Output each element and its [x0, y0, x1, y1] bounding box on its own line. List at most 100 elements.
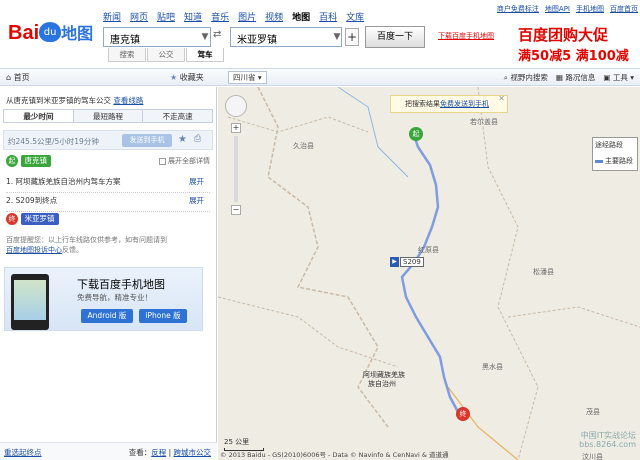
- scale-label: 25 公里: [224, 438, 250, 446]
- tool-view-search[interactable]: ⌕ 视野内搜索: [504, 72, 548, 83]
- link-mobile-map[interactable]: 手机地图: [576, 4, 604, 14]
- nav-tieba[interactable]: 贴吧: [157, 10, 175, 23]
- region-label: 四川省: [233, 73, 256, 82]
- chevron-down-icon[interactable]: ▼: [198, 28, 212, 46]
- home-link[interactable]: ⌂ 首页: [6, 72, 30, 83]
- expand-link[interactable]: 展开: [189, 194, 204, 208]
- county-boundary: [227, 116, 369, 133]
- intercity-bus-link[interactable]: 跨城市公交: [174, 448, 212, 457]
- link-merchant[interactable]: 商户免费标注: [497, 4, 539, 14]
- print-icon[interactable]: ⎙: [194, 134, 201, 144]
- map-drawing: [218, 87, 640, 460]
- link-api[interactable]: 地图API: [545, 4, 570, 14]
- iphone-download-button[interactable]: iPhone 版: [139, 309, 187, 323]
- tool-view-search-label: 视野内搜索: [510, 73, 548, 82]
- tool-traffic[interactable]: ▦ 路况信息: [556, 72, 595, 83]
- tool-traffic-label: 路况信息: [565, 73, 596, 82]
- tab-no-highway[interactable]: 不走高速: [143, 110, 213, 122]
- complaint-link[interactable]: 百度地图投诉中心: [6, 246, 62, 254]
- tab-bus[interactable]: 公交: [147, 48, 185, 62]
- map-canvas[interactable]: + − 把搜索结果免费发送到手机 ✕ 途经路段 主要路段 起 终 ▶ S209 …: [218, 87, 640, 460]
- start-name[interactable]: 唐克镇: [20, 155, 52, 167]
- nav-zhidao[interactable]: 知道: [184, 10, 202, 23]
- baidu-logo[interactable]: Bai du 地图: [8, 20, 98, 50]
- route-step[interactable]: 2. S209到终点 展开: [6, 194, 210, 212]
- nav-news[interactable]: 新闻: [103, 10, 121, 23]
- map-label: 汶川县: [582, 453, 603, 460]
- end-marker-icon: 终: [6, 213, 18, 225]
- zoom-out-button[interactable]: −: [231, 205, 241, 215]
- swap-icon[interactable]: ⇄: [213, 29, 221, 40]
- route-option-tabs: 最少时间 最短路程 不走高速: [3, 109, 213, 123]
- toolbar: ⌂ 首页 ★ 收藏夹 四川省 ▾ ⌕ 视野内搜索 ▦ 路况信息 ▣ 工具 ▾: [0, 68, 640, 86]
- legend-line-icon: [595, 159, 603, 163]
- notice-text: 把搜索结果: [405, 100, 440, 108]
- nav-wenku[interactable]: 文库: [346, 10, 364, 23]
- search-button[interactable]: 百度一下: [365, 26, 425, 48]
- send-to-phone-button[interactable]: 发送到手机: [122, 134, 172, 147]
- app-download-banner[interactable]: 下载百度手机地图 免费导航，精准专业！ Android 版 iPhone 版: [4, 267, 203, 331]
- header: Bai du 地图 新闻 网页 贴吧 知道 音乐 图片 视频 地图 百科 文库 商户…: [0, 0, 640, 66]
- favorites-link[interactable]: ★ 收藏夹: [170, 72, 204, 83]
- ad-banner[interactable]: 百度团购大促 满50减5 满100减: [518, 24, 640, 66]
- tip-suffix: 反馈。: [62, 246, 83, 254]
- route-legend: 途经路段 主要路段: [592, 137, 638, 171]
- favorites-label: 收藏夹: [179, 73, 204, 82]
- nav-music[interactable]: 音乐: [211, 10, 229, 23]
- toolbox-icon: ▣: [603, 73, 611, 82]
- checkbox-icon: [159, 157, 166, 165]
- watermark: 中国IT实战论坛 bbs.8264.com: [579, 431, 636, 449]
- zoom-in-button[interactable]: +: [231, 123, 241, 133]
- map-tools: ⌕ 视野内搜索 ▦ 路况信息 ▣ 工具 ▾: [504, 72, 634, 83]
- nav-web[interactable]: 网页: [130, 10, 148, 23]
- tab-shortest[interactable]: 最短路程: [73, 110, 144, 122]
- return-route-link[interactable]: 反程: [151, 448, 166, 457]
- map-label: 松潘县: [533, 268, 554, 276]
- tool-tools[interactable]: ▣ 工具 ▾: [603, 72, 634, 83]
- route-title-text: 从唐克镇到米亚罗镇的驾车公交: [6, 96, 111, 105]
- road: [447, 386, 519, 460]
- county-boundary: [507, 306, 640, 328]
- nav-video[interactable]: 视频: [265, 10, 283, 23]
- tab-search[interactable]: 搜索: [108, 48, 146, 62]
- send-notice: 把搜索结果免费发送到手机 ✕: [390, 94, 508, 113]
- ad-line2: 满50减5 满100减: [518, 49, 629, 64]
- reset-endpoints-link[interactable]: 重选起终点: [4, 447, 42, 458]
- map-label: 族自治州: [368, 380, 396, 388]
- watermark-line2: bbs.8264.com: [579, 440, 636, 449]
- tab-drive[interactable]: 驾车: [186, 48, 224, 62]
- nav-images[interactable]: 图片: [238, 10, 256, 23]
- download-app-link[interactable]: 下载百度手机地图: [438, 31, 494, 41]
- from-input[interactable]: 唐克镇: [103, 27, 211, 47]
- nav-baike[interactable]: 百科: [319, 10, 337, 23]
- start-pin[interactable]: 起: [409, 127, 423, 141]
- to-input[interactable]: 米亚罗镇: [230, 27, 342, 47]
- tab-least-time[interactable]: 最少时间: [4, 110, 74, 122]
- end-pin[interactable]: 终: [456, 407, 470, 421]
- region-select[interactable]: 四川省 ▾: [228, 71, 267, 84]
- map-label: 黑水县: [482, 363, 503, 371]
- expand-all-checkbox[interactable]: 展开全部详情: [159, 156, 210, 166]
- send-free-link[interactable]: 免费发送到手机: [440, 100, 489, 108]
- route-step[interactable]: 1. 阿坝藏族羌族自治州内驾车方案 展开: [6, 175, 210, 193]
- zoom-slider[interactable]: [234, 136, 238, 202]
- android-download-button[interactable]: Android 版: [81, 309, 133, 323]
- add-waypoint-button[interactable]: +: [345, 28, 359, 46]
- link-baidu-home[interactable]: 百度首页: [610, 4, 638, 14]
- star-icon[interactable]: ★: [178, 134, 187, 145]
- close-icon[interactable]: ✕: [498, 91, 505, 107]
- pan-control[interactable]: [225, 95, 247, 117]
- view-route-link[interactable]: 查看线路: [113, 96, 143, 105]
- end-row: 终 米亚罗镇: [6, 213, 59, 225]
- logo-text: Bai: [8, 22, 40, 44]
- legend-title: 途经路段: [595, 141, 623, 149]
- home-label: 首页: [13, 73, 30, 82]
- chevron-down-icon[interactable]: ▼: [330, 28, 344, 46]
- route-step-text: 2. S209到终点: [6, 196, 58, 205]
- route-summary: 约245.5公里/5小时19分钟 发送到手机 ★ ⎙: [3, 130, 213, 150]
- map-label: 红原县: [418, 246, 439, 254]
- expand-link[interactable]: 展开: [189, 175, 204, 189]
- map-label: 久治县: [293, 142, 314, 150]
- route-title: 从唐克镇到米亚罗镇的驾车公交 查看线路: [6, 95, 143, 106]
- end-name[interactable]: 米亚罗镇: [20, 213, 59, 225]
